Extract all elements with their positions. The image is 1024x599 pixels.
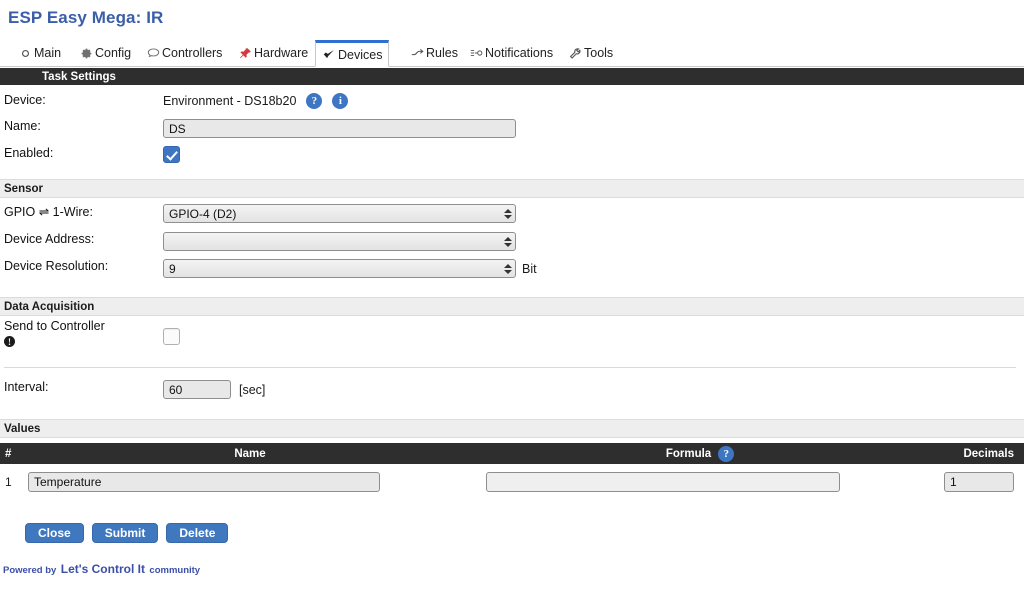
- home-icon: [18, 46, 32, 60]
- tab-notifications[interactable]: Notifications: [463, 40, 559, 66]
- footer-brand-link[interactable]: Let's Control It: [61, 562, 145, 576]
- footer-suffix: community: [149, 565, 201, 576]
- send-to-controller-info-icon[interactable]: !: [4, 336, 15, 347]
- device-resolution-unit: Bit: [522, 261, 537, 276]
- bell-icon: [469, 46, 483, 60]
- send-to-controller-row: Send to Controller !: [0, 319, 1024, 355]
- section-header-task-settings-label: Task Settings: [42, 70, 116, 83]
- device-address-row: Device Address:: [0, 232, 1024, 252]
- device-value: Environment - DS18b20: [163, 94, 297, 108]
- device-resolution-label: Device Resolution:: [4, 259, 109, 273]
- tab-rules[interactable]: Rules: [404, 40, 464, 66]
- section-header-values-label: Values: [4, 422, 41, 435]
- section-header-data-acquisition: Data Acquisition: [0, 297, 1024, 316]
- footer: Powered by Let's Control It community: [3, 560, 200, 578]
- formula-help-icon[interactable]: ?: [718, 445, 735, 462]
- send-to-controller-checkbox[interactable]: [163, 328, 180, 345]
- row-index: 1: [5, 475, 12, 489]
- enabled-checkbox[interactable]: [163, 146, 180, 163]
- section-header-values: Values: [0, 419, 1024, 438]
- arrow-right-icon: [410, 46, 424, 60]
- main-navigation-tabs: Main Config Controllers Hardware Devices…: [0, 40, 1024, 67]
- gpio-row: GPIO ⇌ 1-Wire: GPIO-4 (D2): [0, 204, 1024, 224]
- column-header-decimals: Decimals: [963, 447, 1014, 460]
- plug-icon: [322, 48, 336, 62]
- info-icon[interactable]: i: [332, 93, 349, 109]
- esp-easy-device-settings-page: ESP Easy Mega: IR Main Config Controller…: [0, 0, 1024, 599]
- section-header-task-settings: Task Settings: [0, 68, 1024, 85]
- tab-tools[interactable]: Tools: [562, 40, 619, 66]
- name-label: Name:: [4, 119, 41, 133]
- footer-prefix: Powered by: [3, 565, 57, 576]
- tab-main[interactable]: Main: [12, 40, 67, 66]
- value-name-input[interactable]: [28, 472, 380, 492]
- speech-bubble-icon: [146, 46, 160, 60]
- name-input[interactable]: [163, 119, 516, 138]
- interval-input[interactable]: [163, 380, 231, 399]
- section-header-sensor-label: Sensor: [4, 182, 43, 195]
- gpio-select[interactable]: GPIO-4 (D2): [163, 204, 516, 223]
- enabled-row: Enabled:: [0, 146, 1024, 166]
- interval-row: Interval: [sec]: [0, 380, 1024, 400]
- tab-main-label: Main: [34, 46, 62, 60]
- tab-rules-label: Rules: [426, 46, 458, 60]
- tab-hardware-label: Hardware: [254, 46, 309, 60]
- column-header-formula: Formula ?: [500, 443, 900, 464]
- divider: [4, 367, 1016, 368]
- value-decimals-input[interactable]: [944, 472, 1014, 492]
- column-header-name: Name: [234, 447, 266, 460]
- tab-devices-label: Devices: [338, 47, 383, 62]
- delete-button[interactable]: Delete: [166, 523, 229, 543]
- send-to-controller-label: Send to Controller: [4, 319, 105, 333]
- page-title: ESP Easy Mega: IR: [8, 8, 164, 27]
- device-resolution-row: Device Resolution: 9 Bit: [0, 259, 1024, 279]
- interval-label: Interval:: [4, 380, 49, 394]
- tab-controllers[interactable]: Controllers: [140, 40, 228, 66]
- device-label: Device:: [4, 93, 46, 107]
- pushpin-icon: [238, 46, 252, 60]
- tab-notifications-label: Notifications: [485, 46, 554, 60]
- tab-config-label: Config: [95, 46, 132, 60]
- section-header-sensor: Sensor: [0, 179, 1024, 198]
- tab-controllers-label: Controllers: [162, 46, 223, 60]
- value-formula-input[interactable]: [486, 472, 840, 492]
- tab-tools-label: Tools: [584, 46, 614, 60]
- tab-hardware[interactable]: Hardware: [232, 40, 314, 66]
- submit-button[interactable]: Submit: [91, 523, 159, 543]
- values-table-header: # Name Formula ? Decimals: [0, 443, 1024, 464]
- wrench-icon: [568, 46, 582, 60]
- name-row: Name:: [0, 119, 1024, 139]
- tab-devices[interactable]: Devices: [315, 40, 390, 67]
- device-row: Device: Environment - DS18b20 ? i: [0, 93, 1024, 113]
- gpio-label: GPIO ⇌ 1-Wire:: [4, 205, 93, 219]
- section-header-data-acquisition-label: Data Acquisition: [4, 300, 95, 313]
- column-header-formula-label: Formula: [665, 447, 712, 460]
- device-address-select[interactable]: [163, 232, 516, 251]
- close-button[interactable]: Close: [25, 523, 84, 543]
- gear-icon: [79, 46, 93, 60]
- device-resolution-select[interactable]: 9: [163, 259, 516, 278]
- tab-config[interactable]: Config: [73, 40, 137, 66]
- interval-unit: [sec]: [239, 382, 266, 397]
- action-buttons: Close Submit Delete: [25, 523, 229, 543]
- enabled-label: Enabled:: [4, 146, 54, 160]
- help-icon[interactable]: ?: [306, 93, 323, 109]
- device-address-label: Device Address:: [4, 232, 95, 246]
- table-row: 1: [0, 468, 1024, 496]
